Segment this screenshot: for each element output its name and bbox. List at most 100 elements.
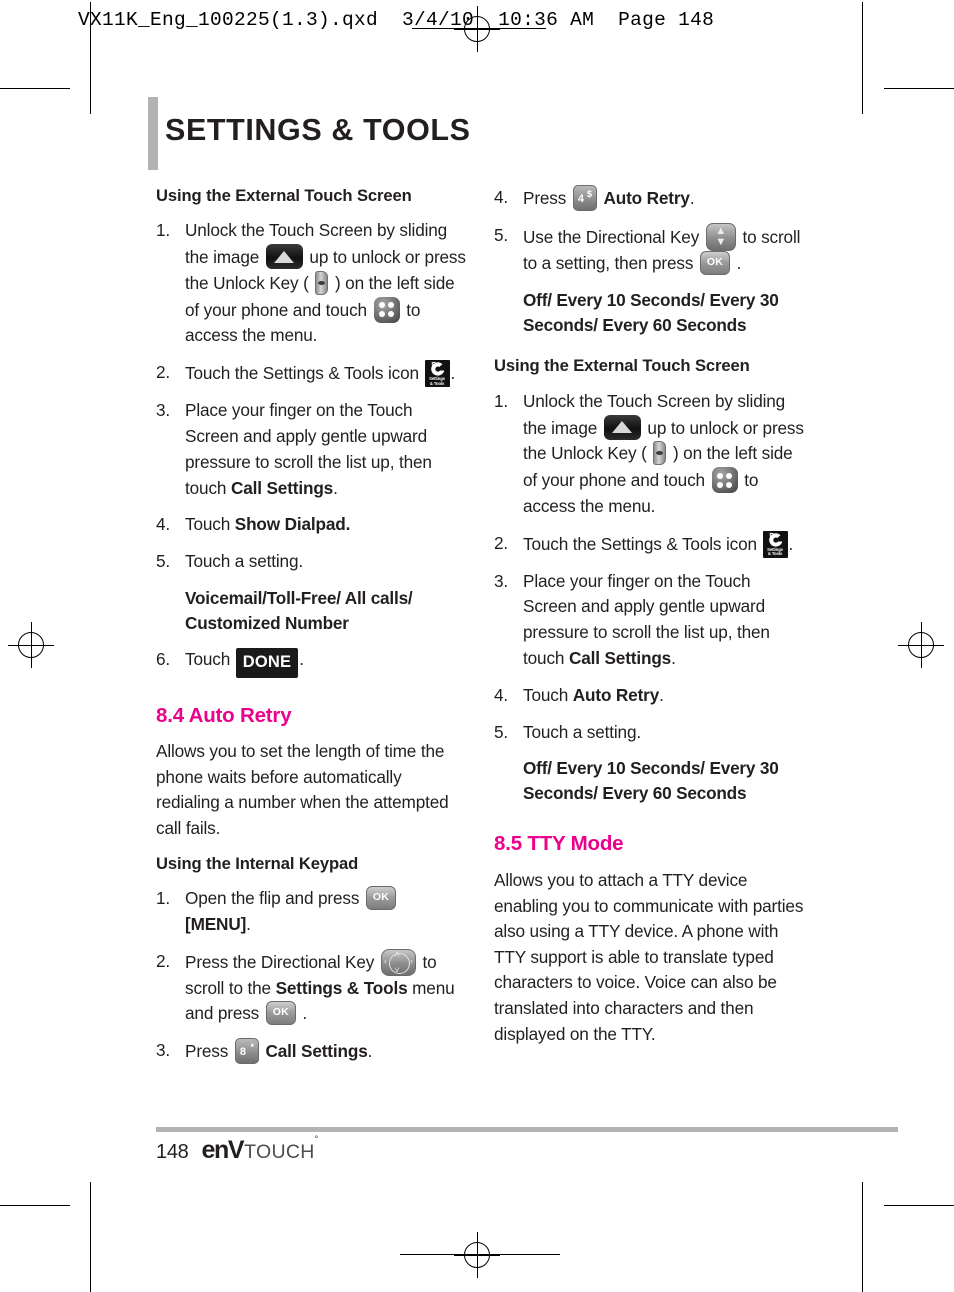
section-heading-8-5-tty-mode: 8.5 TTY Mode (494, 832, 624, 856)
step-number: 2. (156, 362, 171, 383)
list-item: 5. Touch a setting. (156, 549, 466, 575)
step-text-a: Touch a setting. (523, 721, 641, 742)
print-page: VX11K_Eng_100225(1.3).qxd 3/4/10 10:36 A… (0, 0, 954, 1292)
registration-mark-bottom (454, 1232, 500, 1278)
registration-mark-left (8, 622, 54, 668)
icon-caption: Settings & Tools (429, 376, 445, 386)
ok-key-icon: OK (365, 885, 396, 910)
list-item: 3. Press 8 * Call Settings. (156, 1038, 466, 1065)
step-number: 4. (156, 514, 171, 535)
step-number: 3. (156, 1040, 171, 1061)
step-number: 5. (156, 551, 171, 572)
step-emphasis-auto-retry: Auto Retry (572, 684, 660, 705)
unlock-key-icon (315, 270, 329, 295)
step-emphasis-call-settings: Call Settings (230, 477, 334, 498)
logo-env-text: enV (201, 1136, 244, 1164)
step-number: 4. (494, 684, 509, 705)
trim-line-bottom-right (884, 1205, 954, 1206)
left-steps-list-2: 1. Open the flip and press OK [MENU]. 2.… (156, 885, 466, 1065)
env-touch-logo: enV ° TOUCH (201, 1134, 318, 1165)
left-steps-list-1-cont: 6. Touch DONE. (156, 647, 466, 678)
step-number: 3. (156, 400, 171, 421)
icon-caption: Settings & Tools (767, 546, 783, 557)
step-text-a: Press (523, 188, 567, 208)
ok-key-icon: OK (265, 1001, 296, 1026)
list-item: 4. Press 4 $ Auto Retry. (494, 185, 804, 212)
step-text-a: Open the flip and press (185, 887, 360, 908)
list-item: 2. Touch the Settings & Tools icon Setti… (494, 530, 804, 558)
step-emphasis-settings-tools: Settings & Tools (275, 977, 408, 998)
menu-dots-icon (373, 296, 400, 323)
step-text-a: Touch (185, 514, 231, 535)
step-text-c: . (333, 477, 338, 498)
settings-and-tools-app-icon: Settings & Tools (762, 530, 788, 558)
step-text-a: Press (185, 1041, 229, 1062)
right-steps-list-1: 1. Unlock the Touch Screen by sliding th… (494, 389, 804, 746)
dpad-down-arrow: ˅ (394, 964, 400, 975)
step-text-a: Press the Directional Key (185, 951, 375, 972)
list-item: 2. Touch the Settings & Tools icon Setti… (156, 360, 466, 388)
step-number: 1. (494, 390, 509, 411)
list-item: 1. Unlock the Touch Screen by sliding th… (494, 389, 804, 520)
directional-key-vertical-icon: ▲ ▼ (705, 222, 736, 251)
step-number: 5. (494, 224, 509, 245)
list-item: 3. Place your finger on the Touch Screen… (494, 569, 804, 672)
step-number: 2. (494, 532, 509, 553)
step-emphasis-call-settings: Call Settings (265, 1041, 368, 1062)
list-item: 5. Use the Directional Key ▲ ▼ to scroll… (494, 222, 804, 277)
step-text-b: . (299, 648, 304, 669)
list-item: 4. Touch Show Dialpad. (156, 512, 466, 538)
list-item: 4. Touch Auto Retry. (494, 683, 804, 709)
step-text-a: Use the Directional Key (523, 226, 700, 247)
list-item: 1. Open the flip and press OK [MENU]. (156, 885, 466, 938)
footer-rule (156, 1127, 898, 1132)
step-text-c: . (689, 188, 695, 208)
step-emphasis-show-dialpad: Show Dialpad. (234, 514, 351, 535)
step-number: 6. (156, 648, 171, 669)
step-text-b: . (788, 533, 794, 554)
list-item: 2. Press the Directional Key ‹ › ˄ ˅ to … (156, 948, 466, 1028)
step-text-c: . (659, 684, 664, 705)
step-emphasis-auto-retry: Auto Retry (603, 188, 690, 208)
logo-trademark-mark: ° (314, 1134, 319, 1144)
done-button[interactable]: DONE (235, 647, 299, 678)
step-number: 1. (156, 887, 171, 908)
print-header-filename: VX11K_Eng_100225(1.3).qxd 3/4/10 10:36 A… (78, 9, 715, 31)
step-emphasis-call-settings: Call Settings (568, 648, 672, 669)
section-body-tty-mode: Allows you to attach a TTY device enabli… (494, 869, 804, 1044)
step-emphasis-menu: [MENU] (185, 913, 247, 934)
unlock-slider-icon (603, 414, 641, 440)
step-text-e: . (302, 1003, 308, 1024)
settings-and-tools-app-icon: Settings & Tools (424, 360, 450, 388)
dpad-left-arrow: ‹ (383, 956, 387, 967)
dpad-right-arrow: › (410, 956, 413, 967)
section-heading-8-4-auto-retry: 8.4 Auto Retry (156, 703, 292, 727)
step-text-a: Touch the Settings & Tools icon (185, 363, 419, 384)
trim-line-right-b (862, 1182, 863, 1292)
left-steps-list-1: 1. Unlock the Touch Screen by sliding th… (156, 218, 466, 575)
list-item: 1. Unlock the Touch Screen by sliding th… (156, 218, 466, 349)
registration-rule-bottom (400, 1254, 560, 1255)
registration-mark-right (898, 622, 944, 668)
step-number: 3. (494, 570, 509, 591)
step-number: 5. (494, 721, 509, 742)
title-accent-bar (148, 97, 158, 170)
dpad-up-arrow: ˄ (394, 948, 400, 959)
page-footer: 148 enV ° TOUCH (156, 1134, 318, 1166)
step-text-a: Touch the Settings & Tools icon (523, 533, 757, 554)
options-voicemail-list: Voicemail/Toll-Free/ All calls/ Customiz… (185, 588, 413, 633)
options-auto-retry-list-internal: Off/ Every 10 Seconds/ Every 30 Seconds/… (523, 289, 779, 335)
heading-using-external-touch-screen-2: Using the External Touch Screen (494, 356, 750, 376)
step-text-a: Touch a setting. (185, 551, 303, 572)
number-key-4-icon: 4 $ (572, 185, 597, 211)
right-column: 4. Press 4 $ Auto Retry. 5. Use the Direc… (494, 185, 804, 1058)
step-number: 2. (156, 950, 171, 971)
logo-touch-text: TOUCH (244, 1141, 315, 1163)
step-text-c: . (367, 1041, 373, 1062)
unlock-slider-icon (265, 244, 303, 270)
left-column: Using the External Touch Screen 1. Unloc… (156, 185, 466, 1076)
page-title: SETTINGS & TOOLS (165, 113, 471, 147)
step-text-b: . (450, 363, 456, 384)
section-body-auto-retry: Allows you to set the length of time the… (156, 741, 449, 839)
step-number: 4. (494, 187, 509, 207)
